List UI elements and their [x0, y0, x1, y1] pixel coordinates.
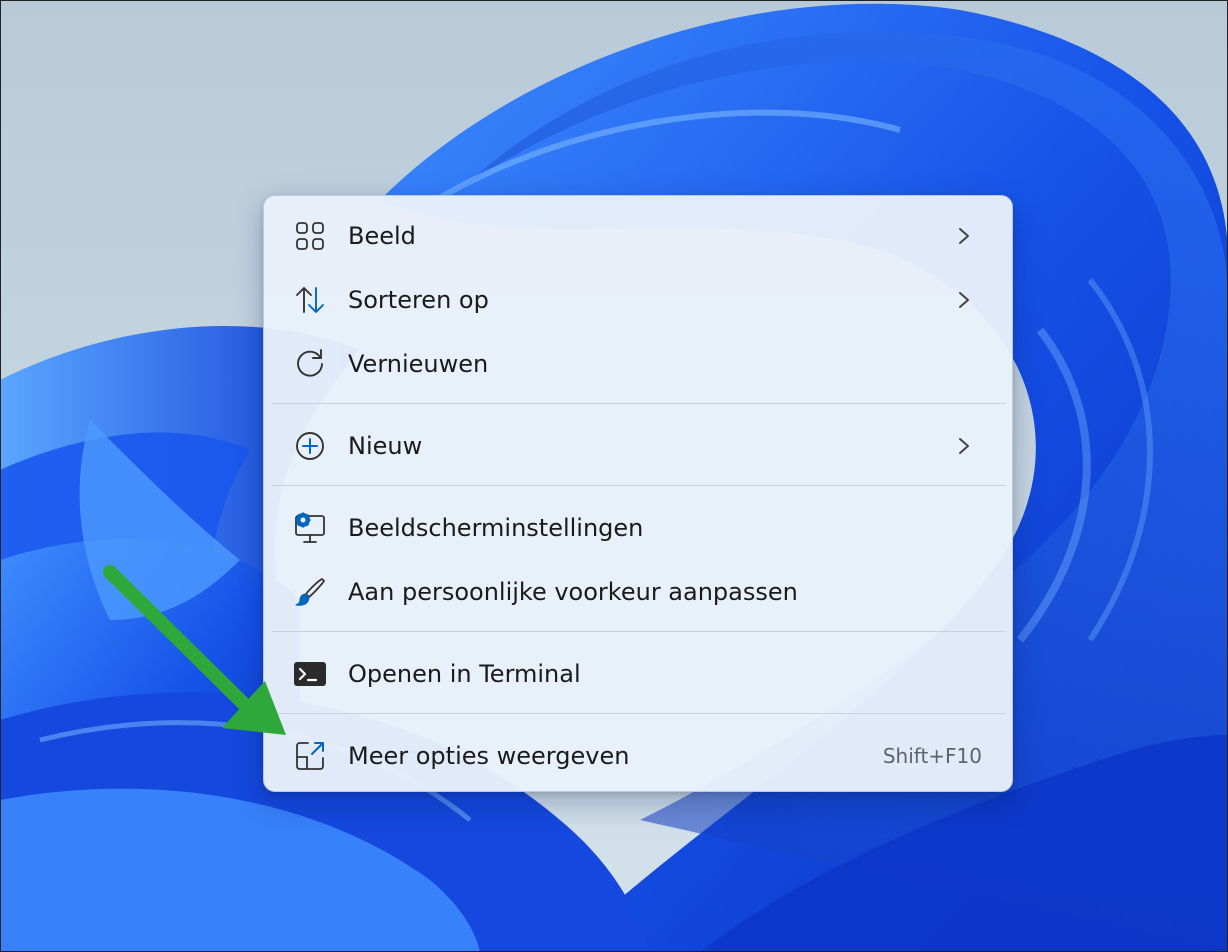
menu-item-beeld[interactable]: Beeld [272, 206, 1004, 266]
chevron-right-icon [954, 224, 974, 248]
paintbrush-icon [292, 576, 328, 608]
menu-item-nieuw[interactable]: Nieuw [272, 416, 1004, 476]
menu-item-open-terminal[interactable]: Openen in Terminal [272, 644, 1004, 704]
chevron-right-icon [954, 434, 974, 458]
chevron-right-icon [954, 288, 974, 312]
desktop-context-menu: Beeld Sorteren op Vernieuwen Nieuw Beeld… [263, 195, 1013, 792]
display-settings-icon [292, 512, 328, 544]
menu-item-label: Aan persoonlijke voorkeur aanpassen [348, 578, 798, 606]
terminal-icon [292, 658, 328, 690]
open-in-new-window-icon [292, 740, 328, 772]
menu-item-label: Meer opties weergeven [348, 742, 630, 770]
menu-item-label: Beeld [348, 222, 416, 250]
menu-item-personalize[interactable]: Aan persoonlijke voorkeur aanpassen [272, 562, 1004, 622]
menu-separator [272, 485, 1006, 486]
menu-item-label: Beeldscherminstellingen [348, 514, 644, 542]
menu-item-label: Openen in Terminal [348, 660, 581, 688]
refresh-icon [292, 348, 328, 380]
grid-view-icon [292, 220, 328, 252]
menu-item-label: Sorteren op [348, 286, 489, 314]
add-circle-icon [292, 430, 328, 462]
menu-item-vernieuwen[interactable]: Vernieuwen [272, 334, 1004, 394]
keyboard-shortcut: Shift+F10 [882, 744, 982, 768]
menu-separator [272, 631, 1006, 632]
menu-separator [272, 713, 1006, 714]
menu-item-label: Nieuw [348, 432, 423, 460]
menu-item-beeldscherminstellingen[interactable]: Beeldscherminstellingen [272, 498, 1004, 558]
menu-separator [272, 403, 1006, 404]
sort-arrows-icon [292, 284, 328, 316]
menu-item-label: Vernieuwen [348, 350, 489, 378]
menu-item-show-more-options[interactable]: Meer opties weergeven Shift+F10 [272, 726, 1004, 786]
menu-item-sorteren-op[interactable]: Sorteren op [272, 270, 1004, 330]
